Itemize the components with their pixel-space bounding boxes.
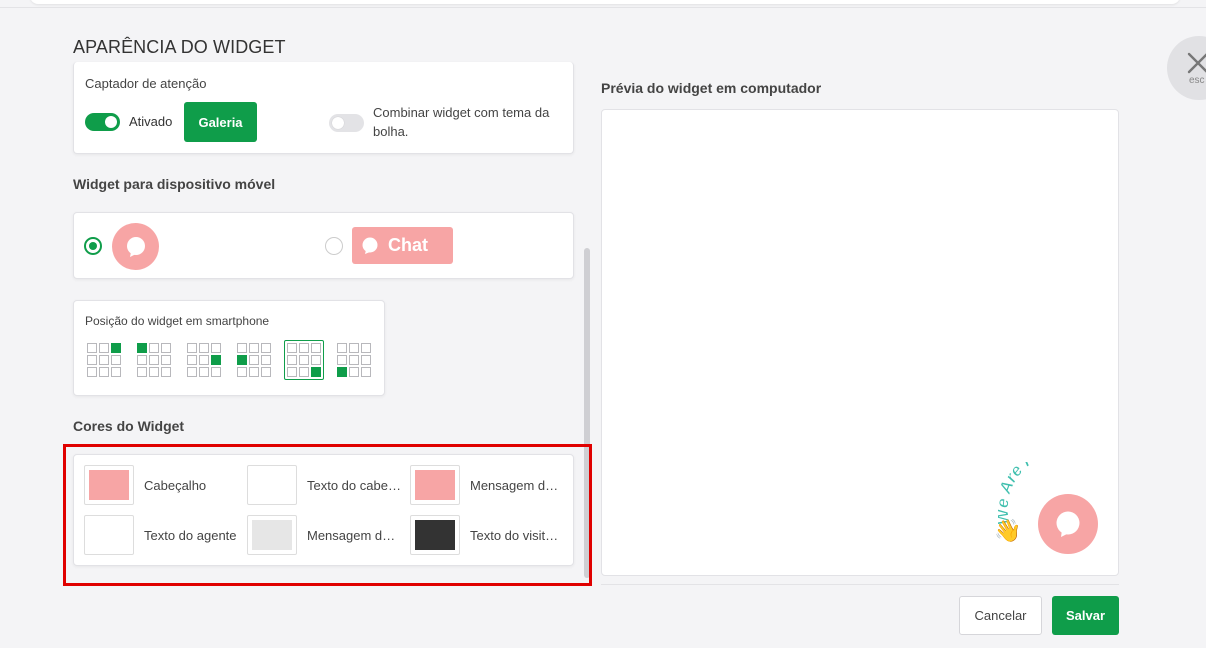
waving-hand-icon: 👋 [994,518,1022,543]
chat-bar-label: Chat [388,235,428,255]
widget-colors-heading: Cores do Widget [73,418,185,434]
position-option-top-left[interactable] [137,343,172,378]
position-option-middle-right[interactable] [187,343,222,378]
chat-bar-preview[interactable]: Chat [352,227,453,264]
preview-heading: Prévia do widget em computador [601,80,822,96]
bubble-radio[interactable] [84,237,102,255]
chat-bubble-icon [362,237,378,254]
close-icon [1187,52,1206,74]
mobile-widget-card: Chat [73,212,574,279]
close-shortcut-label: esc [1189,75,1205,86]
theme-toggle[interactable] [329,114,364,132]
desktop-preview-panel: We Are Here! 👋 [601,109,1119,576]
theme-toggle-label: Combinar widget com tema da bolha. [373,105,550,139]
attention-grabber-card: Captador de atenção Ativado Galeria Comb… [73,62,574,154]
position-option-bottom-left[interactable] [337,343,372,378]
mobile-widget-heading: Widget para dispositivo móvel [73,176,276,192]
bubble-preview[interactable] [112,223,159,270]
chat-bubble-icon [126,236,145,257]
position-option-top-right[interactable] [87,343,122,378]
position-option-middle-left[interactable] [237,343,272,378]
highlight-box [63,444,592,586]
top-bar [0,0,1206,8]
save-button[interactable]: Salvar [1052,596,1119,635]
smartphone-position-card: Posição do widget em smartphone [73,300,385,396]
chat-bubble-icon [1056,511,1080,537]
gallery-button[interactable]: Galeria [184,102,257,142]
attention-grabber-label: Captador de atenção [85,76,207,91]
smartphone-position-label: Posição do widget em smartphone [85,314,270,328]
chat-bar-radio[interactable] [325,237,343,255]
dialog-title: APARÊNCIA DO WIDGET [73,37,286,57]
cancel-button[interactable]: Cancelar [959,596,1042,635]
footer-divider [601,584,1119,585]
preview-chat-bubble[interactable] [1038,494,1098,554]
attention-toggle[interactable] [85,113,120,131]
attention-toggle-label: Ativado [129,114,173,129]
position-option-bottom-right[interactable] [284,340,324,380]
close-button[interactable]: esc [1167,36,1206,100]
